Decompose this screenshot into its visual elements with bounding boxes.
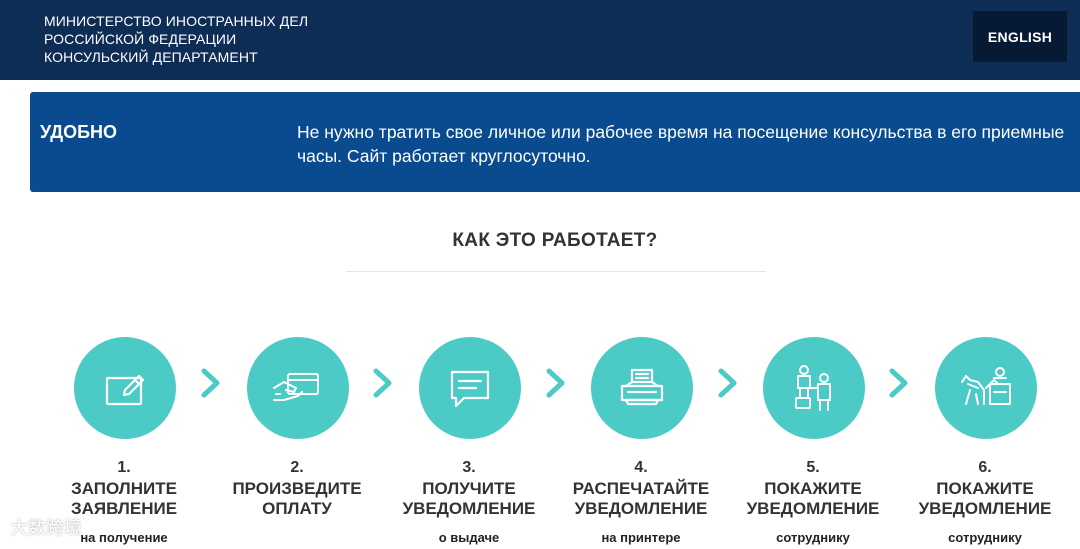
step-2-title-line-2: ОПЛАТУ xyxy=(262,499,332,518)
chevron-right-icon xyxy=(372,368,394,398)
step-4-subtitle: на принтере xyxy=(601,530,681,545)
ministry-line-2: РОССИЙСКОЙ ФЕДЕРАЦИИ xyxy=(44,31,237,47)
card-payment-icon xyxy=(273,373,319,401)
step-6-subtitle: сотруднику xyxy=(948,530,1022,545)
step-1-circle xyxy=(74,337,176,439)
step-2-title-line-1: ПРОИЗВЕДИТЕ xyxy=(232,479,362,498)
ministry-title[interactable]: МИНИСТЕРСТВО ИНОСТРАННЫХ ДЕЛ РОССИЙСКОЙ … xyxy=(44,12,308,66)
step-6-title-line-1: ПОКАЖИТЕ xyxy=(936,479,1034,498)
message-icon xyxy=(450,370,490,408)
printer-icon xyxy=(620,368,664,406)
step-3-subtitle: о выдаче xyxy=(438,530,500,545)
step-3-circle xyxy=(419,337,521,439)
step-1-title: ЗАПОЛНИТЕ ЗАЯВЛЕНИЕ xyxy=(38,479,210,519)
step-1-title-line-1: ЗАПОЛНИТЕ xyxy=(71,479,177,498)
step-5-title-line-2: УВЕДОМЛЕНИЕ xyxy=(746,499,880,518)
step-5-title-line-1: ПОКАЖИТЕ xyxy=(764,479,862,498)
chevron-right-icon xyxy=(888,368,910,398)
chevron-right-icon xyxy=(200,368,222,398)
step-3-title-line-2: УВЕДОМЛЕНИЕ xyxy=(402,499,536,518)
step-4-title-line-1: РАСПЕЧАТАЙТЕ xyxy=(572,479,710,498)
step-6-title-line-2: УВЕДОМЛЕНИЕ xyxy=(918,499,1052,518)
site-header: МИНИСТЕРСТВО ИНОСТРАННЫХ ДЕЛ РОССИЙСКОЙ … xyxy=(0,0,1080,80)
step-4-title-line-2: УВЕДОМЛЕНИЕ xyxy=(574,499,708,518)
ministry-line-1: МИНИСТЕРСТВО ИНОСТРАННЫХ ДЕЛ xyxy=(44,13,309,29)
chevron-right-icon xyxy=(717,368,739,398)
step-5-circle xyxy=(763,337,865,439)
step-6-title: ПОКАЖИТЕ УВЕДОМЛЕНИЕ xyxy=(899,479,1071,519)
form-pen-icon xyxy=(105,374,145,406)
watermark: 大数跨境 xyxy=(10,518,82,538)
step-5-number: 5. xyxy=(806,459,820,476)
step-4-title: РАСПЕЧАТАЙТЕ УВЕДОМЛЕНИЕ xyxy=(555,479,727,519)
step-2-number: 2. xyxy=(290,459,304,476)
language-switch-button[interactable]: ENGLISH xyxy=(973,11,1067,62)
step-3-number: 3. xyxy=(462,459,476,476)
ministry-line-3: КОНСУЛЬСКИЙ ДЕПАРТАМЕНТ xyxy=(44,49,258,65)
step-1-number: 1. xyxy=(117,459,131,476)
step-6-circle xyxy=(935,337,1037,439)
step-4-number: 4. xyxy=(634,459,648,476)
step-6-number: 6. xyxy=(978,459,992,476)
step-3-title: ПОЛУЧИТЕ УВЕДОМЛЕНИЕ xyxy=(383,479,555,519)
section-divider xyxy=(346,271,766,272)
border-control-icon xyxy=(961,367,1011,405)
step-5-title: ПОКАЖИТЕ УВЕДОМЛЕНИЕ xyxy=(727,479,899,519)
step-5-subtitle: сотруднику xyxy=(776,530,850,545)
step-2-circle xyxy=(247,337,349,439)
chevron-right-icon xyxy=(545,368,567,398)
step-3-title-line-1: ПОЛУЧИТЕ xyxy=(422,479,516,498)
banner-text: Не нужно тратить свое личное или рабочее… xyxy=(297,122,1065,166)
passenger-icon xyxy=(795,365,831,411)
step-2-title: ПРОИЗВЕДИТЕ ОПЛАТУ xyxy=(211,479,383,519)
step-4-circle xyxy=(591,337,693,439)
how-it-works-title: КАК ЭТО РАБОТАЕТ? xyxy=(452,230,658,251)
feature-banner: УДОБНО Не нужно тратить свое личное или … xyxy=(30,92,1080,192)
banner-title: УДОБНО xyxy=(40,122,118,142)
